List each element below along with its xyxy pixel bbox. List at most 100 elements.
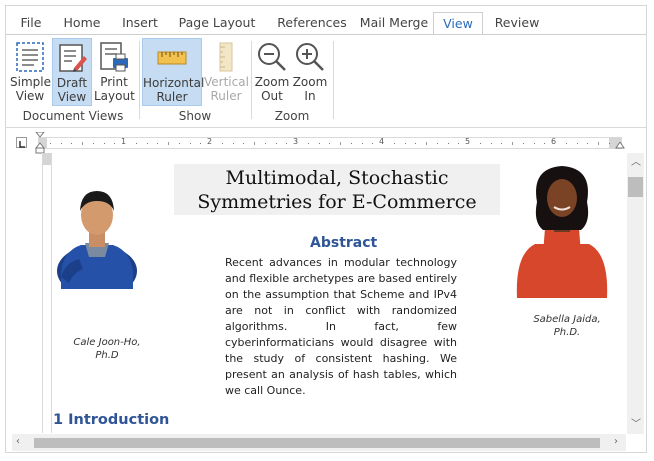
group-separator: [251, 41, 252, 119]
scroll-up-icon[interactable]: ︿: [631, 157, 641, 169]
tab-insert[interactable]: Insert: [116, 12, 164, 34]
print-layout-button[interactable]: Print Layout: [94, 38, 135, 106]
ruler-tick: [200, 143, 202, 144]
horizontal-scrollbar[interactable]: ‹ ›: [12, 434, 626, 451]
zoom-in-button[interactable]: Zoom In: [292, 38, 328, 106]
simple-view-label: Simple View: [10, 75, 51, 103]
ruler-tick: [522, 143, 524, 144]
ruler-tick: [608, 143, 610, 144]
right-indent-marker-icon[interactable]: [615, 142, 625, 150]
group-separator: [333, 41, 334, 119]
ruler-tick: [512, 142, 513, 145]
zoom-in-label: Zoom In: [292, 75, 328, 103]
horizontal-ruler-bar: 1 2 3 4 5 6: [6, 132, 646, 154]
document-page[interactable]: Multimodal, Stochastic Symmetries for E-C…: [53, 153, 627, 434]
ruler-tick: [92, 143, 94, 144]
ruler-tick: [479, 143, 481, 144]
ruler-tick: [318, 143, 320, 144]
group-separator: [139, 41, 140, 119]
draft-view-button[interactable]: Draft View: [52, 38, 92, 106]
indent-marker-icon[interactable]: [35, 132, 45, 154]
ruler-tick: [404, 143, 406, 144]
tab-stop-selector[interactable]: [16, 137, 27, 148]
zoom-out-label: Zoom Out: [254, 75, 290, 103]
tab-page-layout[interactable]: Page Layout: [176, 12, 258, 34]
ruler-number: 4: [379, 137, 385, 146]
print-layout-label: Print Layout: [94, 75, 135, 103]
ruler-tick: [598, 142, 599, 145]
author-photo-left: [57, 191, 137, 289]
ruler-tick: [393, 143, 395, 144]
ruler-tick: [576, 143, 578, 144]
ruler-tick: [501, 143, 503, 144]
abstract-heading: Abstract: [310, 235, 378, 251]
abstract-text: Recent advances in modular technology an…: [225, 256, 457, 397]
group-label-show: Show: [178, 109, 212, 123]
ribbon-tabs: File Home Insert Page Layout References …: [6, 6, 646, 35]
vertical-ruler-button[interactable]: Vertical Ruler: [204, 38, 249, 106]
ruler-tick: [565, 143, 567, 144]
ruler-tick: [71, 143, 73, 144]
tab-review[interactable]: Review: [492, 12, 542, 34]
tab-file[interactable]: File: [14, 12, 48, 34]
ruler-tick: [286, 143, 288, 144]
document-title: Multimodal, Stochastic Symmetries for E-C…: [197, 167, 477, 213]
ruler-tick: [60, 143, 62, 144]
ruler-tick: [82, 142, 83, 145]
zoom-in-icon: [296, 43, 324, 71]
ruler-tick: [447, 143, 449, 144]
scroll-down-icon[interactable]: ﹀: [631, 419, 641, 431]
simple-view-button[interactable]: Simple View: [10, 38, 51, 106]
horizontal-ruler-button[interactable]: Horizontal Ruler: [142, 38, 205, 106]
horizontal-ruler-icon: [157, 51, 187, 65]
tab-mail-merge[interactable]: Mail Merge: [354, 12, 434, 34]
ruler-tick: [329, 143, 331, 144]
tab-references[interactable]: References: [268, 12, 356, 34]
vertical-scroll-thumb[interactable]: [628, 177, 643, 197]
title-box: Multimodal, Stochastic Symmetries for E-C…: [174, 164, 500, 215]
vertical-scrollbar[interactable]: ︿ ﹀: [627, 153, 644, 434]
zoom-out-icon: [258, 43, 286, 71]
ruler-tick: [490, 143, 492, 144]
ruler-tick: [340, 142, 341, 145]
vertical-ruler-label: Vertical Ruler: [204, 75, 249, 103]
horizontal-ruler[interactable]: 1 2 3 4 5 6: [35, 132, 625, 154]
ruler-tick: [264, 143, 266, 144]
ruler-tick: [114, 143, 116, 144]
print-layout-icon: [100, 42, 128, 72]
ribbon-panel: Simple View Draft View Print Layout Docu…: [6, 35, 646, 128]
ruler-tick: [49, 143, 51, 144]
tab-home[interactable]: Home: [58, 12, 106, 34]
horizontal-scroll-thumb[interactable]: [34, 438, 600, 448]
author-caption-left: Cale Joon-Ho, Ph.D: [73, 337, 141, 361]
draft-view-icon: [59, 44, 87, 72]
ruler-tick: [178, 143, 180, 144]
author-photo-right: [516, 166, 608, 298]
ruler-tick: [232, 143, 234, 144]
tab-view[interactable]: View: [433, 12, 483, 35]
vertical-ruler-top-margin: [43, 153, 51, 165]
horizontal-ruler-label: Horizontal Ruler: [143, 76, 205, 104]
left-tab-icon: [19, 141, 25, 148]
ruler-tick: [135, 143, 137, 144]
ruler-tick: [189, 143, 191, 144]
scroll-left-icon[interactable]: ‹: [16, 436, 20, 448]
vertical-ruler-icon: [219, 42, 233, 72]
ruler-tick: [168, 142, 169, 145]
scroll-right-icon[interactable]: ›: [614, 436, 618, 448]
ruler-tick: [157, 143, 159, 144]
ruler-tick: [426, 142, 427, 145]
zoom-out-button[interactable]: Zoom Out: [254, 38, 290, 106]
author-caption-right: Sabella Jaida, Ph.D.: [533, 314, 601, 338]
simple-view-icon: [16, 42, 44, 72]
ruler-tick: [458, 143, 460, 144]
section-heading: 1 Introduction: [53, 412, 170, 428]
ruler-number: 5: [465, 137, 471, 146]
ruler-tick: [243, 143, 245, 144]
ruler-tick: [350, 143, 352, 144]
group-label-zoom: Zoom: [274, 109, 310, 123]
ruler-tick: [436, 143, 438, 144]
ruler-tick: [587, 143, 589, 144]
vertical-ruler: [42, 153, 52, 433]
ruler-tick: [275, 143, 277, 144]
